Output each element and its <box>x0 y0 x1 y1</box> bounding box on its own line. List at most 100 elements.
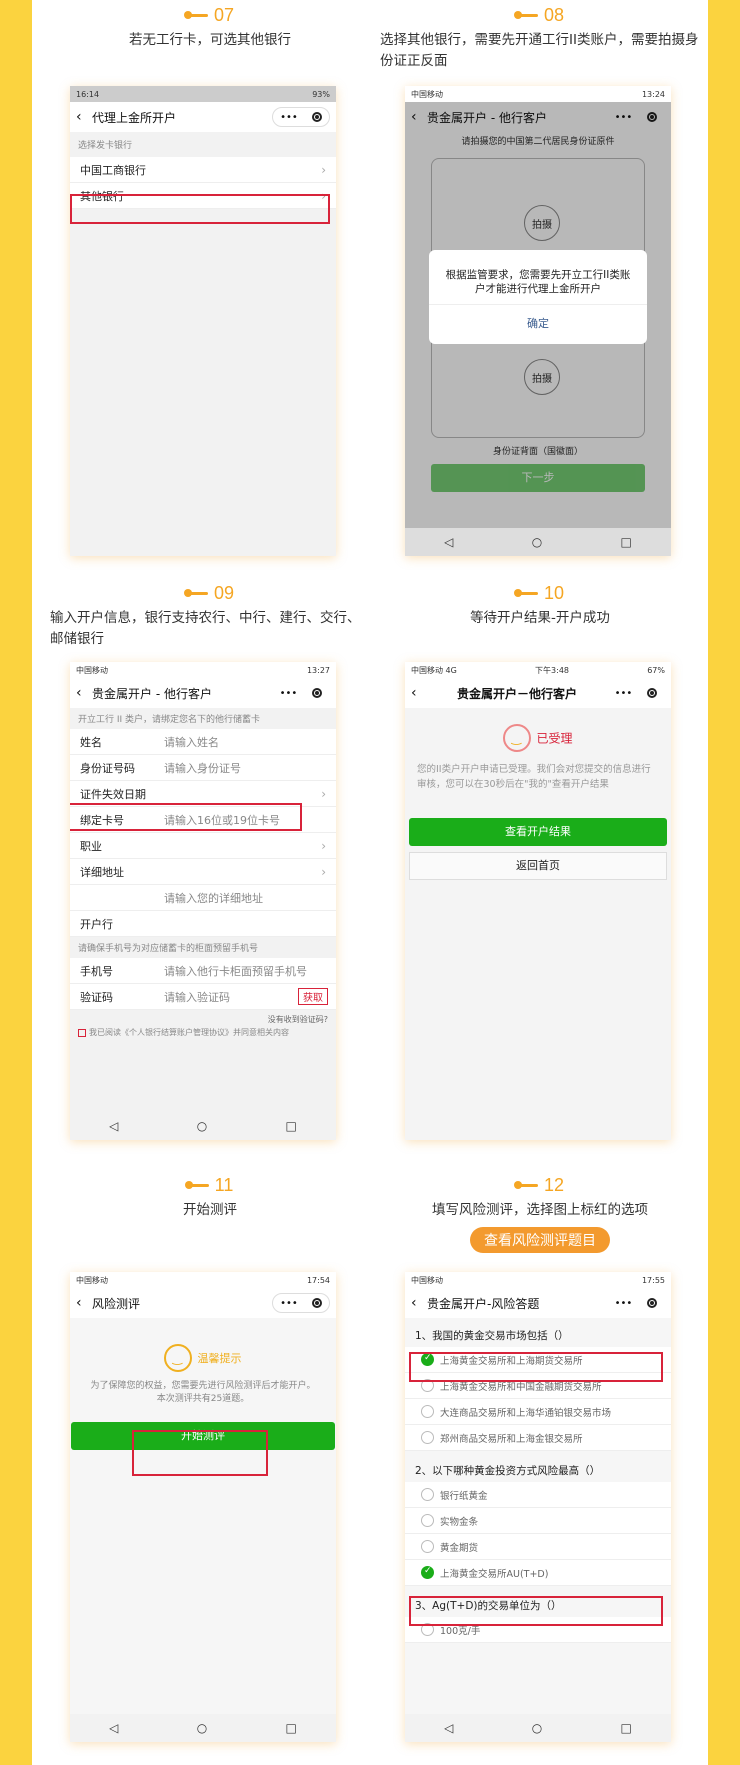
smile-icon <box>503 724 532 752</box>
step-number: 10 <box>543 582 565 603</box>
step-09: 09 输入开户信息，银行支持农行、中行、建行、交行、邮储银行 <box>50 582 370 650</box>
field-input[interactable]: 请输入姓名 <box>164 734 219 750</box>
step-caption: 若无工行卡，可选其他银行 <box>129 32 291 48</box>
form-row[interactable]: 身份证号码 请输入身份证号 <box>70 755 336 781</box>
close-target-icon[interactable] <box>312 688 323 698</box>
phone-input[interactable]: 请输入他行卡柜面预留手机号 <box>164 963 307 979</box>
back-triangle-icon[interactable]: ◁ <box>444 535 453 549</box>
radio-checked-icon[interactable] <box>421 1566 434 1579</box>
answer-option[interactable]: 上海黄金交易所AU(T+D) <box>405 1560 671 1586</box>
step-number: 12 <box>543 1174 565 1195</box>
more-icon[interactable]: ••• <box>280 688 298 699</box>
agree-checkbox[interactable] <box>78 1028 86 1037</box>
form-row[interactable]: 验证码 请输入验证码 获取 <box>70 984 336 1010</box>
android-nav: ◁ ○ □ <box>70 1112 336 1140</box>
dialog-message: 根据监管要求，您需要先开立工行II类账户才能进行代理上金所开户 <box>429 250 647 305</box>
highlight-box <box>409 1596 663 1626</box>
step-12: 12 填写风险测评，选择图上标红的选项 查看风险测评题目 <box>380 1174 700 1253</box>
form-row[interactable]: 详细地址 › <box>70 859 336 885</box>
step-11: 11 开始测评 <box>50 1174 370 1221</box>
step-caption: 填写风险测评，选择图上标红的选项 <box>432 1202 648 1218</box>
back-arrow-icon[interactable]: ‹ <box>76 685 92 701</box>
radio-icon[interactable] <box>421 1488 434 1501</box>
step-10: 10 等待开户结果-开户成功 <box>380 582 700 629</box>
tip-title: 温馨提示 <box>197 1352 242 1365</box>
capsule-menu[interactable]: ••• <box>607 683 665 703</box>
form-row[interactable]: 开户行 <box>70 911 336 937</box>
radio-icon[interactable] <box>421 1405 434 1418</box>
smile-icon <box>164 1344 193 1372</box>
form-row[interactable]: 手机号 请输入他行卡柜面预留手机号 <box>70 958 336 984</box>
dialog-ok-button[interactable]: 确定 <box>429 305 647 331</box>
home-circle-icon[interactable]: ○ <box>532 1721 542 1735</box>
field-label: 职业 <box>80 839 102 853</box>
home-circle-icon[interactable]: ○ <box>532 535 542 549</box>
recents-square-icon[interactable]: □ <box>286 1721 297 1735</box>
get-code-button[interactable]: 获取 <box>298 988 328 1005</box>
status-bar: 中国移动 17:55 <box>405 1272 671 1288</box>
nav-bar: ‹ 贵金属开户 - 他行客户 ••• <box>70 678 336 708</box>
capsule-menu[interactable]: ••• <box>272 683 330 703</box>
status-time: 17:54 <box>306 1275 330 1285</box>
back-arrow-icon[interactable]: ‹ <box>76 109 92 125</box>
question-title: 1、我国的黄金交易市场包括（） <box>415 1330 569 1342</box>
radio-icon[interactable] <box>421 1431 434 1444</box>
step-caption: 选择其他银行，需要先开通工行II类账户，需要拍摄身份证正反面 <box>380 32 699 69</box>
home-circle-icon[interactable]: ○ <box>197 1721 207 1735</box>
back-home-button[interactable]: 返回首页 <box>409 852 667 880</box>
field-label: 开户行 <box>80 917 113 931</box>
highlight-box <box>409 1352 663 1382</box>
close-target-icon[interactable] <box>311 112 322 122</box>
answer-option[interactable]: 黄金期货 <box>405 1534 671 1560</box>
more-icon[interactable]: ••• <box>615 688 633 699</box>
answer-option[interactable]: 大连商品交易所和上海华通铂银交易市场 <box>405 1399 671 1425</box>
recents-square-icon[interactable]: □ <box>621 1721 632 1735</box>
back-triangle-icon[interactable]: ◁ <box>109 1119 118 1133</box>
back-arrow-icon[interactable]: ‹ <box>76 1295 92 1311</box>
section-label: 选择发卡银行 <box>78 141 133 151</box>
phone-screen-12: 中国移动 17:55 ‹ 贵金属开户-风险答题 ••• 1、我国的黄金交易市场包括… <box>405 1272 671 1742</box>
close-target-icon[interactable] <box>647 1298 658 1308</box>
form-row[interactable]: 职业 › <box>70 833 336 859</box>
more-icon[interactable]: ••• <box>280 112 298 123</box>
back-arrow-icon[interactable]: ‹ <box>411 685 427 701</box>
close-target-icon[interactable] <box>647 688 658 698</box>
form-row[interactable]: 请输入您的详细地址 <box>70 885 336 911</box>
right-frame-stripe <box>708 0 740 1765</box>
carrier-group: 中国移动 4G <box>411 665 457 676</box>
no-code-link[interactable]: 没有收到验证码? <box>70 1010 336 1027</box>
chevron-right-icon: › <box>321 864 326 879</box>
more-icon[interactable]: ••• <box>615 1298 633 1309</box>
back-arrow-icon[interactable]: ‹ <box>411 1295 427 1311</box>
back-triangle-icon[interactable]: ◁ <box>109 1721 118 1735</box>
capsule-menu[interactable]: ••• <box>272 1293 330 1313</box>
capsule-menu[interactable]: ••• <box>272 107 330 127</box>
form-row[interactable]: 姓名 请输入姓名 <box>70 729 336 755</box>
radio-icon[interactable] <box>421 1540 434 1553</box>
code-input[interactable]: 请输入验证码 <box>164 989 230 1005</box>
answer-option[interactable]: 实物金条 <box>405 1508 671 1534</box>
alert-dialog: 根据监管要求，您需要先开立工行II类账户才能进行代理上金所开户 确定 <box>429 250 647 344</box>
phone-screen-08: 中国移动 13:24 ‹ 贵金属开户 - 他行客户 ••• 请拍摄您的中国第二代居… <box>405 86 671 556</box>
recents-square-icon[interactable]: □ <box>286 1119 297 1133</box>
field-input[interactable]: 请输入您的详细地址 <box>164 890 263 906</box>
bank-icbc-item[interactable]: 中国工商银行 › <box>70 157 336 183</box>
more-icon[interactable]: ••• <box>280 1298 298 1309</box>
field-input[interactable]: 请输入身份证号 <box>164 760 241 776</box>
view-result-button[interactable]: 查看开户结果 <box>409 818 667 846</box>
radio-icon[interactable] <box>421 1514 434 1527</box>
close-target-icon[interactable] <box>311 1298 322 1308</box>
option-label: 大连商品交易所和上海华通铂银交易市场 <box>440 1407 612 1419</box>
recents-square-icon[interactable]: □ <box>621 535 632 549</box>
status-bar: 中国移动 13:27 <box>70 662 336 678</box>
answer-option[interactable]: 郑州商品交易所和上海金银交易所 <box>405 1425 671 1451</box>
android-nav: ◁ ○ □ <box>405 1714 671 1742</box>
back-triangle-icon[interactable]: ◁ <box>444 1721 453 1735</box>
chevron-right-icon: › <box>321 786 326 801</box>
capsule-menu[interactable]: ••• <box>607 1293 665 1313</box>
answer-option[interactable]: 银行纸黄金 <box>405 1482 671 1508</box>
view-quiz-button[interactable]: 查看风险测评题目 <box>470 1227 610 1253</box>
phone-screen-11: 中国移动 17:54 ‹ 风险测评 ••• 温馨提示 为了保障您的权益，您需要先进… <box>70 1272 336 1742</box>
home-circle-icon[interactable]: ○ <box>197 1119 207 1133</box>
bank-label: 中国工商银行 <box>80 163 146 177</box>
